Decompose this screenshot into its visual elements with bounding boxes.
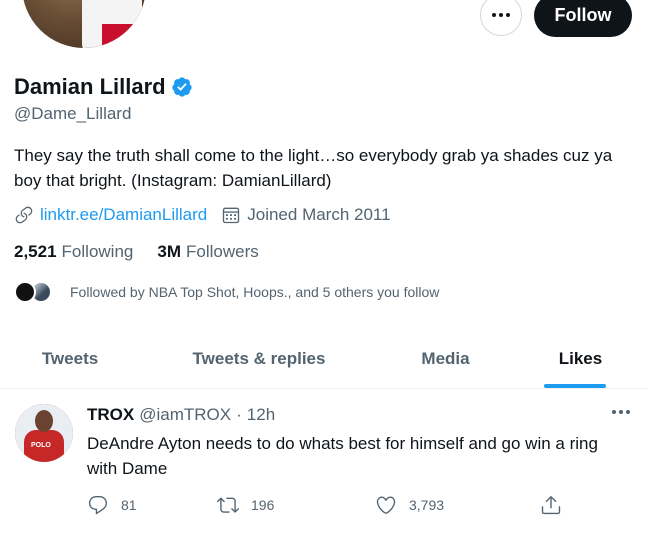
tweet-author-name[interactable]: TROX <box>87 405 134 425</box>
calendar-icon <box>223 207 240 224</box>
profile-name: Damian Lillard <box>14 74 166 99</box>
more-dots-icon <box>612 410 630 414</box>
follow-button[interactable]: Follow <box>534 0 632 37</box>
tweet-more-button[interactable] <box>612 410 630 414</box>
followers-label: Followers <box>185 242 259 261</box>
share-icon <box>541 496 561 515</box>
avatar-head <box>35 410 53 432</box>
link-icon <box>15 206 33 224</box>
more-dots-icon <box>492 13 510 17</box>
following-label: Following <box>61 242 134 261</box>
following-stat[interactable]: 2,521 Following <box>14 242 133 262</box>
tab-label: Media <box>421 349 470 368</box>
like-button[interactable]: 3,793 <box>375 494 540 516</box>
verified-badge-icon <box>171 77 192 97</box>
retweet-count: 196 <box>251 497 275 513</box>
tab-label: Likes <box>558 349 603 368</box>
profile-handle: @Dame_Lillard <box>14 104 132 123</box>
profile-avatar[interactable] <box>18 0 150 52</box>
profile-bio: They say the truth shall come to the lig… <box>14 146 613 190</box>
tab-label: Tweets <box>41 349 99 368</box>
followers-count: 3M <box>157 242 181 261</box>
tweet-actions: 81 196 3,793 <box>87 494 562 516</box>
profile-meta: linktr.ee/DamianLillard Joined March 201… <box>14 205 391 225</box>
avatar-shorts <box>102 24 142 48</box>
follower-avatar <box>14 281 36 303</box>
tab-likes[interactable]: Likes <box>513 330 648 388</box>
reply-icon <box>88 496 108 515</box>
avatar-shirt-logo: POLO <box>31 442 51 449</box>
name-row: Damian Lillard <box>14 74 193 100</box>
tweet-text: DeAndre Ayton needs to do whats best for… <box>87 434 598 478</box>
tweet-time[interactable]: 12h <box>247 405 275 425</box>
tweet-separator: · <box>236 405 242 424</box>
like-count: 3,793 <box>409 497 445 513</box>
tweet-author-handle[interactable]: @iamTROX <box>139 405 231 425</box>
followers-stat[interactable]: 3M Followers <box>157 242 258 262</box>
tweet-header: TROX @iamTROX · 12h <box>87 405 275 425</box>
retweet-icon <box>217 497 239 513</box>
reply-button[interactable]: 81 <box>87 494 217 516</box>
followed-by[interactable]: Followed by NBA Top Shot, Hoops., and 5 … <box>14 281 439 303</box>
profile-stats: 2,521 Following 3M Followers <box>14 242 259 262</box>
more-options-button[interactable] <box>480 0 522 36</box>
tab-media[interactable]: Media <box>378 330 513 388</box>
followed-by-text: Followed by NBA Top Shot, Hoops., and 5 … <box>70 284 440 300</box>
profile-tabs: Tweets Tweets & replies Media Likes <box>0 330 648 389</box>
heart-icon <box>376 496 396 514</box>
tab-label: Tweets & replies <box>192 349 326 368</box>
active-tab-indicator <box>544 384 606 388</box>
tweet[interactable]: POLO TROX @iamTROX · 12h DeAndre Ayton n… <box>0 390 648 546</box>
profile-link[interactable]: linktr.ee/DamianLillard <box>40 205 207 225</box>
tweet-author-avatar[interactable]: POLO <box>15 404 73 462</box>
share-button[interactable] <box>540 494 562 516</box>
tab-tweets-replies[interactable]: Tweets & replies <box>140 330 378 388</box>
retweet-button[interactable]: 196 <box>217 494 375 516</box>
joined-date: Joined March 2011 <box>247 205 391 224</box>
following-count: 2,521 <box>14 242 57 261</box>
reply-count: 81 <box>121 497 137 513</box>
tab-tweets[interactable]: Tweets <box>0 330 140 388</box>
